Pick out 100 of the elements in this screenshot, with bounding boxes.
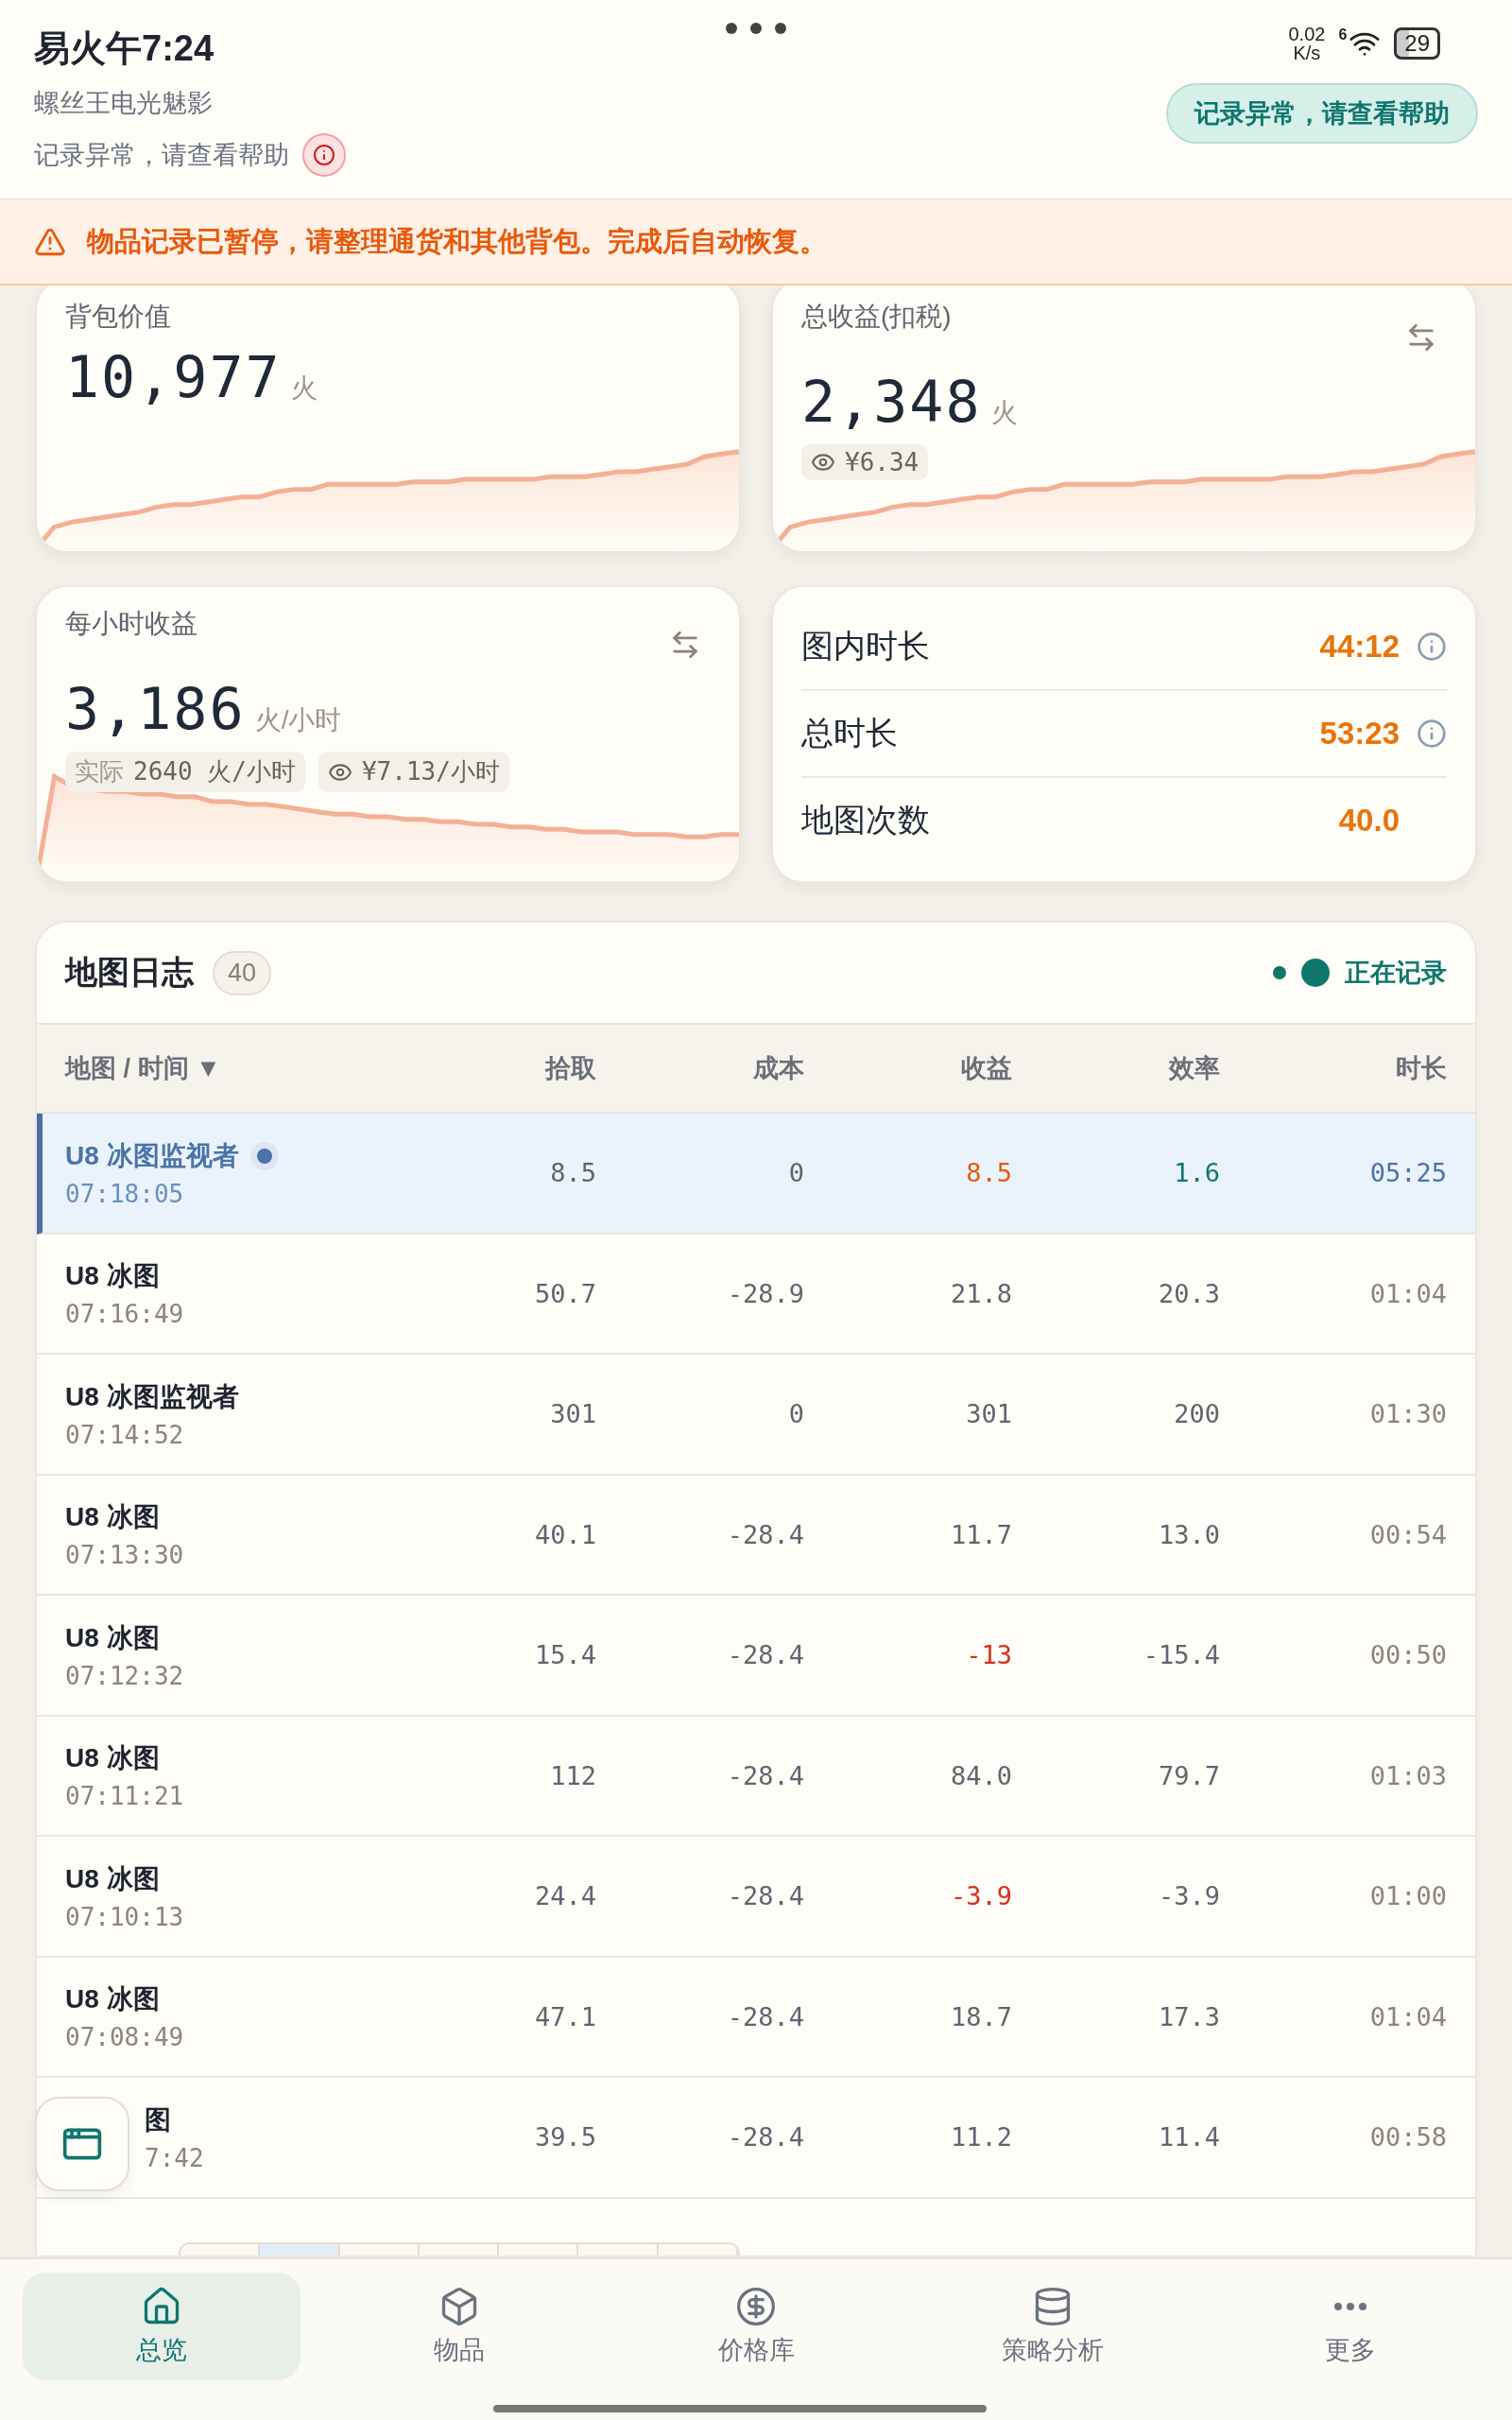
table-cell: 8.5	[550, 1158, 596, 1188]
dollar-icon	[735, 2286, 777, 2327]
map-name: U8 冰图	[65, 1983, 160, 2016]
table-cell: -28.4	[727, 1881, 804, 1911]
table-cell: -28.4	[727, 1760, 804, 1790]
table-cell: 05:25	[1369, 1158, 1447, 1188]
table-cell: -13	[966, 1640, 1012, 1670]
stat-value: 40.0	[1338, 803, 1400, 838]
info-icon[interactable]	[302, 133, 346, 177]
map-time: 07:18:05	[65, 1179, 185, 1208]
map-name: U8 冰图	[65, 1742, 160, 1775]
floating-quick-menu[interactable]	[35, 2097, 129, 2191]
nav-tab[interactable]: 更多	[1211, 2273, 1490, 2380]
card-value: 10,977	[65, 344, 282, 410]
map-name: U8 冰图	[65, 1621, 160, 1654]
column-header: 效率	[1169, 1053, 1220, 1084]
map-time: 07:10:13	[65, 1902, 185, 1931]
map-time: 07:11:21	[65, 1782, 185, 1811]
table-cell: -3.9	[1158, 1881, 1220, 1911]
table-cell: 0	[788, 1158, 804, 1188]
log-row[interactable]: U8 冰图 07:11:21 112 -28.4 84.0 79.7 01:03	[37, 1716, 1475, 1837]
table-cell: 01:00	[1369, 1881, 1447, 1911]
table-cell: 84.0	[950, 1760, 1012, 1790]
stat-value: 44:12	[1319, 629, 1400, 665]
table-cell: 0	[788, 1399, 804, 1429]
chip-value: 2640 火/小时	[133, 756, 296, 787]
table-cell: 00:50	[1369, 1640, 1447, 1670]
table-cell: -28.4	[727, 2001, 804, 2031]
log-row[interactable]: U8 冰图 07:10:13 24.4 -28.4 -3.9 -3.9 01:00	[37, 1837, 1475, 1958]
map-time: 7:42	[145, 2143, 205, 2172]
column-header: 拾取	[545, 1053, 596, 1084]
table-cell: 15.4	[534, 1640, 596, 1670]
value-unit: 火/小时	[254, 704, 342, 736]
table-cell: 18.7	[950, 2001, 1012, 2031]
stat-label: 图内时长	[801, 627, 931, 666]
map-name: 图	[145, 2103, 171, 2136]
table-cell: 301	[550, 1399, 596, 1429]
log-row[interactable]: U8 冰图 07:13:30 40.1 -28.4 11.7 13.0 00:54	[37, 1475, 1475, 1596]
table-cell: 17.3	[1158, 2001, 1220, 2031]
card-value: 3,186	[65, 676, 246, 742]
map-time: 07:13:30	[65, 1541, 185, 1570]
help-button[interactable]: 记录异常，请查看帮助	[1166, 83, 1478, 144]
table-cell: -3.9	[950, 1881, 1012, 1911]
nav-tab[interactable]: 策略分析	[914, 2273, 1193, 2380]
map-name: U8 冰图监视者	[65, 1139, 239, 1172]
table-cell: 200	[1174, 1399, 1220, 1429]
table-cell: -28.9	[727, 1278, 804, 1308]
table-cell: 21.8	[950, 1278, 1012, 1308]
table-cell: 20.3	[1158, 1278, 1220, 1308]
recording-status: 正在记录	[1345, 958, 1447, 989]
log-row[interactable]: U8 冰图 07:12:32 15.4 -28.4 -13 -15.4 00:50	[37, 1596, 1475, 1717]
card-title: 每小时收益	[65, 608, 198, 640]
map-name: U8 冰图	[65, 1260, 160, 1293]
table-cell: 8.5	[966, 1158, 1012, 1188]
nav-tab[interactable]: 总览	[23, 2273, 301, 2380]
more-dots-icon[interactable]	[726, 23, 786, 34]
net-speed: 0.02 K/s	[1288, 25, 1326, 62]
stat-label: 地图次数	[801, 801, 931, 839]
table-cell: 50.7	[534, 1278, 596, 1308]
log-row[interactable]: U8 冰图 07:08:49 47.1 -28.4 18.7 17.3 01:04	[37, 1957, 1475, 2078]
log-row[interactable]: U8 冰图监视者 07:14:52 301 0 301 200 01:30	[37, 1355, 1475, 1476]
map-time: 07:08:49	[65, 2023, 185, 2052]
table-cell: 13.0	[1158, 1519, 1220, 1549]
section-title: 地图日志	[65, 953, 194, 992]
table-cell: 00:58	[1369, 2122, 1447, 2152]
battery-indicator: 29	[1394, 27, 1440, 60]
column-header[interactable]: 地图 / 时间 ▼	[65, 1051, 221, 1085]
stat-value: 53:23	[1319, 716, 1400, 752]
table-cell: 1.6	[1174, 1158, 1220, 1188]
table-cell: -28.4	[727, 1640, 804, 1670]
table-cell: 40.1	[534, 1519, 596, 1549]
table-cell: 11.2	[950, 2122, 1012, 2152]
log-row[interactable]: U8 冰图监视者 07:18:05 8.5 0 8.5 1.6 05:25	[37, 1114, 1475, 1235]
banner-text: 物品记录已暂停，请整理通货和其他背包。完成后自动恢复。	[87, 224, 827, 258]
table-cell: 11.7	[950, 1519, 1012, 1549]
stat-label: 总时长	[801, 714, 899, 752]
map-name: U8 冰图监视者	[65, 1380, 239, 1413]
chip-label: 实际	[75, 756, 124, 787]
map-name: U8 冰图	[65, 1501, 160, 1534]
chip-value: ¥6.34	[845, 448, 919, 476]
table-cell: 11.4	[1158, 2122, 1220, 2152]
table-cell: 01:03	[1369, 1760, 1447, 1790]
nav-tab[interactable]: 物品	[319, 2273, 598, 2380]
count-badge: 40	[213, 950, 272, 995]
table-cell: 01:04	[1369, 1278, 1447, 1308]
card-value: 2,348	[801, 369, 982, 435]
card-title: 背包价值	[65, 301, 172, 333]
info-icon[interactable]	[1417, 718, 1447, 749]
table-cell: 24.4	[534, 1881, 596, 1911]
info-icon[interactable]	[1417, 631, 1447, 662]
log-row[interactable]: U8 冰图 07:16:49 50.7 -28.9 21.8 20.3 01:04	[37, 1234, 1475, 1355]
table-cell: -28.4	[727, 1519, 804, 1549]
nav-tab[interactable]: 价格库	[616, 2273, 896, 2380]
profile-name: 螺丝王电光魅影	[34, 88, 214, 119]
map-time: 07:14:52	[65, 1420, 185, 1449]
more-icon	[1333, 2303, 1366, 2310]
table-cell: 47.1	[534, 2001, 596, 2031]
column-header: 收益	[961, 1053, 1012, 1084]
table-cell: 301	[966, 1399, 1012, 1429]
map-time: 07:12:32	[65, 1661, 185, 1690]
